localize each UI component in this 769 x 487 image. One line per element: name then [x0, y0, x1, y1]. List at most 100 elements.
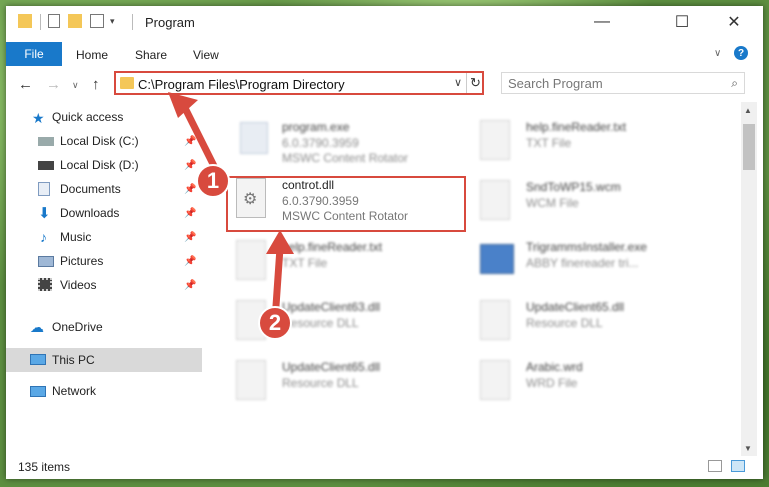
properties-icon[interactable]: [48, 14, 60, 28]
pin-icon[interactable]: 📌: [184, 184, 196, 195]
tab-home[interactable]: Home: [76, 48, 108, 62]
tab-share[interactable]: Share: [135, 48, 167, 62]
sidebar-item-quick-access[interactable]: ★ Quick access: [6, 106, 202, 128]
file-type: Resource DLL: [282, 376, 359, 390]
chevron-down-icon[interactable]: ∨: [714, 48, 721, 59]
details-view-icon[interactable]: [708, 460, 722, 472]
new-folder-icon[interactable]: [68, 14, 82, 28]
file-type: WRD File: [526, 376, 578, 390]
sidebar-item-label: Music: [60, 230, 92, 244]
sidebar-item-local-disk-c[interactable]: Local Disk (C:) 📌: [6, 130, 202, 152]
address-path[interactable]: C:\Program Files\Program Directory: [138, 77, 345, 92]
maximize-button[interactable]: ☐: [659, 6, 705, 38]
pin-icon[interactable]: 📌: [184, 208, 196, 219]
sidebar-item-videos[interactable]: Videos 📌: [6, 274, 202, 296]
navigation-bar: ← → ∨ ↑ C:\Program Files\Program Directo…: [6, 66, 763, 102]
file-icon: [480, 180, 510, 220]
file-item[interactable]: Arabic.wrd WRD File: [480, 356, 710, 406]
music-icon: ♪: [40, 229, 47, 245]
scroll-up-icon[interactable]: ▲: [744, 106, 752, 115]
sidebar-item-label: Downloads: [60, 206, 120, 220]
sidebar-item-label: Network: [52, 384, 97, 398]
file-name: TrigrammsInstaller.exe: [526, 240, 647, 254]
drive-icon: [38, 137, 54, 146]
large-icons-view-icon[interactable]: [731, 460, 745, 472]
cloud-icon: ☁: [30, 319, 44, 335]
search-placeholder: Search Program: [508, 76, 603, 91]
close-button[interactable]: ✕: [711, 6, 757, 38]
chevron-down-icon[interactable]: ∨: [454, 76, 462, 89]
file-type: Resource DLL: [526, 316, 603, 330]
file-name: UpdateClient63.dll: [282, 300, 381, 314]
scroll-down-icon[interactable]: ▼: [744, 444, 752, 453]
file-item[interactable]: UpdateClient65.dll Resource DLL: [236, 356, 466, 406]
pictures-icon: [38, 256, 54, 267]
file-type: Resource DLL: [282, 316, 359, 330]
sidebar-item-music[interactable]: ♪ Music 📌: [6, 226, 202, 248]
file-item[interactable]: help.fineReader.txt TXT File: [480, 116, 710, 166]
back-arrow-icon[interactable]: ←: [18, 76, 33, 93]
file-item[interactable]: SndToWP15.wcm WCM File: [480, 176, 710, 226]
file-type: WCM File: [526, 196, 579, 210]
file-name: help.fineReader.txt: [526, 120, 627, 134]
sidebar-item-network[interactable]: Network: [6, 380, 202, 402]
sidebar-item-pictures[interactable]: Pictures 📌: [6, 250, 202, 272]
tab-file[interactable]: File: [6, 42, 62, 66]
up-arrow-icon[interactable]: ↑: [92, 76, 100, 93]
forward-arrow-icon[interactable]: →: [46, 76, 61, 93]
highlight-box: [226, 176, 466, 232]
file-name: help.fineReader.txt: [282, 240, 383, 254]
file-item[interactable]: UpdateClient65.dll Resource DLL: [480, 296, 710, 346]
refresh-icon[interactable]: ↻: [470, 75, 481, 91]
minimize-button[interactable]: —: [579, 6, 625, 38]
sidebar-item-label: Quick access: [52, 110, 124, 124]
file-name: Arabic.wrd: [526, 360, 583, 374]
sidebar-item-downloads[interactable]: ⬇ Downloads 📌: [6, 202, 202, 224]
drive-icon: [38, 161, 54, 170]
vertical-scrollbar[interactable]: ▲ ▼: [741, 102, 757, 456]
file-description: ABBY finereader tri...: [526, 256, 639, 270]
file-item[interactable]: program.exe 6.0.3790.3959 MSWC Content R…: [236, 116, 466, 166]
text-file-icon: [236, 240, 266, 280]
folder-icon: [120, 77, 134, 89]
pin-icon[interactable]: 📌: [184, 160, 196, 171]
sidebar-item-documents[interactable]: Documents 📌: [6, 178, 202, 200]
file-item[interactable]: help.fineReader.txt TXT File: [236, 236, 466, 286]
exe-icon: [240, 122, 268, 154]
separator: [40, 14, 41, 30]
sidebar-item-label: Pictures: [60, 254, 104, 268]
file-version: 6.0.3790.3959: [282, 136, 359, 150]
pin-icon[interactable]: 📌: [184, 136, 196, 147]
search-input[interactable]: Search Program ⌕: [501, 72, 745, 94]
sidebar-item-this-pc[interactable]: This PC: [6, 348, 202, 372]
installer-icon: [480, 244, 514, 274]
address-bar[interactable]: C:\Program Files\Program Directory ∨ ↻: [114, 71, 484, 95]
scroll-thumb[interactable]: [743, 124, 755, 170]
file-type: TXT File: [526, 136, 572, 150]
file-name: SndToWP15.wcm: [526, 180, 621, 194]
file-name: program.exe: [282, 120, 350, 134]
sidebar-item-local-disk-d[interactable]: Local Disk (D:) 📌: [6, 154, 202, 176]
documents-icon: [38, 182, 50, 196]
chevron-down-icon[interactable]: ▾: [110, 16, 115, 32]
pin-icon[interactable]: 📌: [184, 232, 196, 243]
separator: [132, 14, 133, 30]
sidebar-item-label: Videos: [60, 278, 97, 292]
customize-icon[interactable]: [90, 14, 104, 28]
dll-gear-icon: [236, 360, 266, 400]
sidebar-item-onedrive[interactable]: ☁ OneDrive: [6, 316, 202, 338]
pin-icon[interactable]: 📌: [184, 280, 196, 291]
network-icon: [30, 386, 46, 397]
navigation-pane: ★ Quick access Local Disk (C:) 📌 Local D…: [6, 102, 202, 456]
tab-view[interactable]: View: [193, 48, 219, 62]
pin-icon[interactable]: 📌: [184, 256, 196, 267]
search-icon[interactable]: ⌕: [731, 76, 738, 91]
download-icon: ⬇: [38, 205, 51, 222]
sidebar-item-label: Local Disk (D:): [60, 158, 139, 172]
chevron-down-icon[interactable]: ∨: [72, 80, 79, 91]
file-type: TXT File: [282, 256, 328, 270]
file-item[interactable]: TrigrammsInstaller.exe ABBY finereader t…: [480, 236, 710, 286]
help-icon[interactable]: ?: [734, 46, 748, 60]
title-bar: ▾ Program — ☐ ✕: [6, 6, 763, 38]
folder-icon: [18, 14, 32, 28]
